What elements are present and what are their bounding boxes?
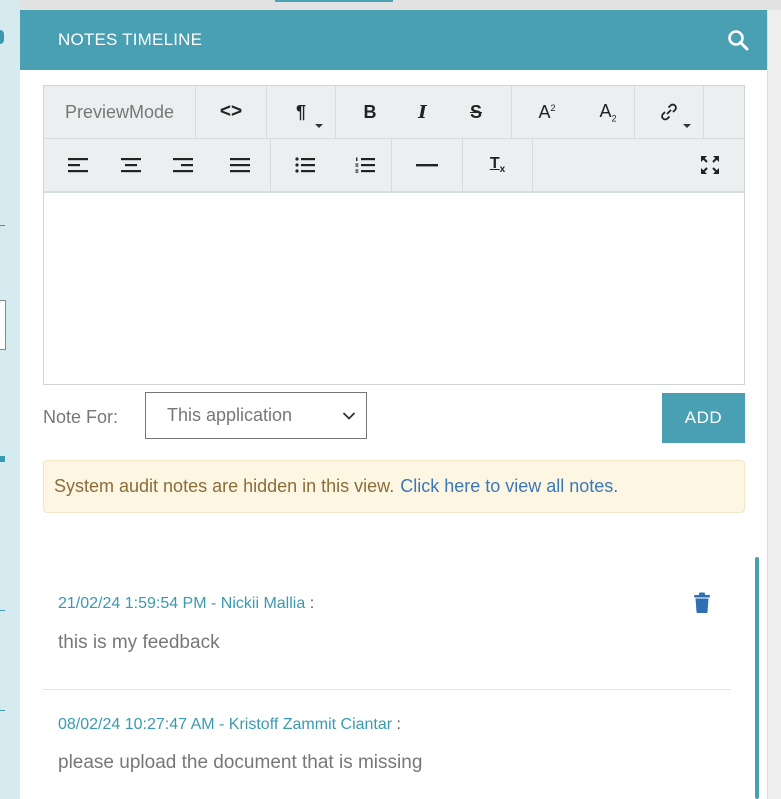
note-text: this is my feedback bbox=[58, 632, 220, 653]
trash-icon bbox=[694, 592, 710, 613]
note-text: please upload the document that is missi… bbox=[58, 752, 423, 773]
delete-note-button[interactable] bbox=[693, 592, 711, 614]
bold-icon: B bbox=[363, 101, 377, 122]
note-item: 21/02/24 1:59:54 PM - Nickii Mallia : th… bbox=[43, 558, 731, 690]
subscript-button[interactable]: A2 bbox=[582, 86, 634, 138]
align-center-icon bbox=[121, 158, 141, 173]
view-all-notes-link[interactable]: Click here to view all notes. bbox=[400, 476, 618, 497]
preview-mode-button[interactable]: PreviewMode bbox=[44, 86, 195, 138]
search-icon bbox=[728, 30, 749, 51]
italic-button[interactable]: I bbox=[404, 86, 441, 138]
background-mark bbox=[0, 710, 5, 711]
align-left-icon bbox=[68, 158, 88, 173]
align-left-button[interactable] bbox=[44, 139, 106, 191]
clear-format-icon: Tx bbox=[489, 154, 506, 176]
horizontal-rule-icon bbox=[416, 164, 438, 167]
clear-format-button[interactable]: Tx bbox=[463, 139, 532, 191]
link-icon bbox=[661, 103, 677, 121]
note-for-selected-value: This application bbox=[167, 405, 293, 425]
fullscreen-icon bbox=[701, 156, 719, 174]
note-meta-separator: : bbox=[396, 716, 401, 733]
background-page-strip bbox=[0, 0, 20, 799]
background-top-strip bbox=[20, 0, 781, 10]
toolbar-group-rule bbox=[392, 139, 463, 191]
notes-timeline-panel: NOTES TIMELINE PreviewMode <> ¶ B I S A2… bbox=[20, 10, 767, 799]
audit-notice: System audit notes are hidden in this vi… bbox=[43, 460, 745, 513]
panel-title: NOTES TIMELINE bbox=[58, 30, 203, 49]
background-box bbox=[0, 300, 6, 350]
align-justify-button[interactable] bbox=[210, 139, 270, 191]
notes-scrollbar[interactable] bbox=[755, 557, 759, 799]
toolbar-group-script: A2 A2 bbox=[512, 86, 635, 138]
italic-icon: I bbox=[418, 101, 427, 123]
horizontal-rule-button[interactable] bbox=[392, 139, 462, 191]
strikethrough-icon: S bbox=[469, 101, 482, 122]
fullscreen-button[interactable] bbox=[676, 139, 744, 191]
toolbar-group-align bbox=[44, 139, 271, 191]
toolbar-filler bbox=[704, 86, 744, 138]
code-view-button[interactable]: <> bbox=[196, 86, 266, 138]
note-meta-separator: : bbox=[309, 595, 315, 612]
superscript-icon: A2 bbox=[538, 101, 556, 122]
audit-notice-text: System audit notes are hidden in this vi… bbox=[54, 476, 395, 496]
bullet-list-button[interactable] bbox=[271, 139, 339, 191]
note-meta: 21/02/24 1:59:54 PM - Nickii Mallia : bbox=[58, 595, 314, 613]
toolbar-group-paragraph: ¶ bbox=[267, 86, 336, 138]
note-for-label: Note For: bbox=[43, 407, 119, 427]
note-author-timestamp[interactable]: 21/02/24 1:59:54 PM - Nickii Mallia bbox=[58, 595, 305, 612]
superscript-button[interactable]: A2 bbox=[512, 86, 582, 138]
code-icon: <> bbox=[219, 101, 243, 122]
toolbar-filler bbox=[533, 139, 676, 191]
panel-header: NOTES TIMELINE bbox=[20, 10, 767, 70]
insert-link-button[interactable] bbox=[635, 86, 703, 138]
align-justify-icon bbox=[230, 158, 250, 173]
note-item: 08/02/24 10:27:47 AM - Kristoff Zammit C… bbox=[43, 690, 755, 799]
chevron-down-icon bbox=[342, 411, 356, 420]
editor-text-area[interactable] bbox=[44, 193, 744, 383]
toolbar-group-clear: Tx bbox=[463, 139, 533, 191]
align-right-icon bbox=[173, 158, 193, 173]
background-tab-accent bbox=[275, 0, 393, 2]
subscript-icon: A2 bbox=[599, 100, 617, 124]
paragraph-format-button[interactable]: ¶ bbox=[267, 86, 335, 138]
background-right-strip bbox=[767, 10, 781, 799]
search-button[interactable] bbox=[725, 27, 751, 53]
caret-down-icon bbox=[315, 124, 323, 128]
editor-toolbar-row-2: Tx bbox=[44, 139, 744, 193]
numbered-list-icon bbox=[355, 157, 375, 173]
background-mark bbox=[0, 225, 5, 226]
note-author-timestamp[interactable]: 08/02/24 10:27:47 AM - Kristoff Zammit C… bbox=[58, 716, 392, 733]
rich-text-editor: PreviewMode <> ¶ B I S A2 A2 Tx bbox=[43, 85, 745, 385]
numbered-list-button[interactable] bbox=[339, 139, 391, 191]
toolbar-group-lists bbox=[271, 139, 392, 191]
strikethrough-button[interactable]: S bbox=[441, 86, 511, 138]
bold-button[interactable]: B bbox=[336, 86, 404, 138]
toolbar-group-code: <> bbox=[196, 86, 267, 138]
toolbar-group-link bbox=[635, 86, 704, 138]
background-mark bbox=[0, 456, 5, 462]
editor-toolbar-row-1: PreviewMode <> ¶ B I S A2 A2 bbox=[44, 86, 744, 139]
caret-down-icon bbox=[683, 124, 691, 128]
add-note-button[interactable]: ADD bbox=[662, 393, 745, 443]
note-for-select[interactable]: This application bbox=[145, 392, 367, 439]
align-right-button[interactable] bbox=[156, 139, 210, 191]
toolbar-group-preview: PreviewMode bbox=[44, 86, 196, 138]
background-mark bbox=[0, 30, 4, 44]
bullet-list-icon bbox=[295, 157, 315, 173]
background-mark bbox=[0, 610, 5, 611]
paragraph-icon: ¶ bbox=[295, 101, 306, 122]
align-center-button[interactable] bbox=[106, 139, 156, 191]
note-meta: 08/02/24 10:27:47 AM - Kristoff Zammit C… bbox=[58, 716, 401, 734]
toolbar-group-text-style: B I S bbox=[336, 86, 512, 138]
notes-list: 21/02/24 1:59:54 PM - Nickii Mallia : th… bbox=[43, 558, 755, 799]
